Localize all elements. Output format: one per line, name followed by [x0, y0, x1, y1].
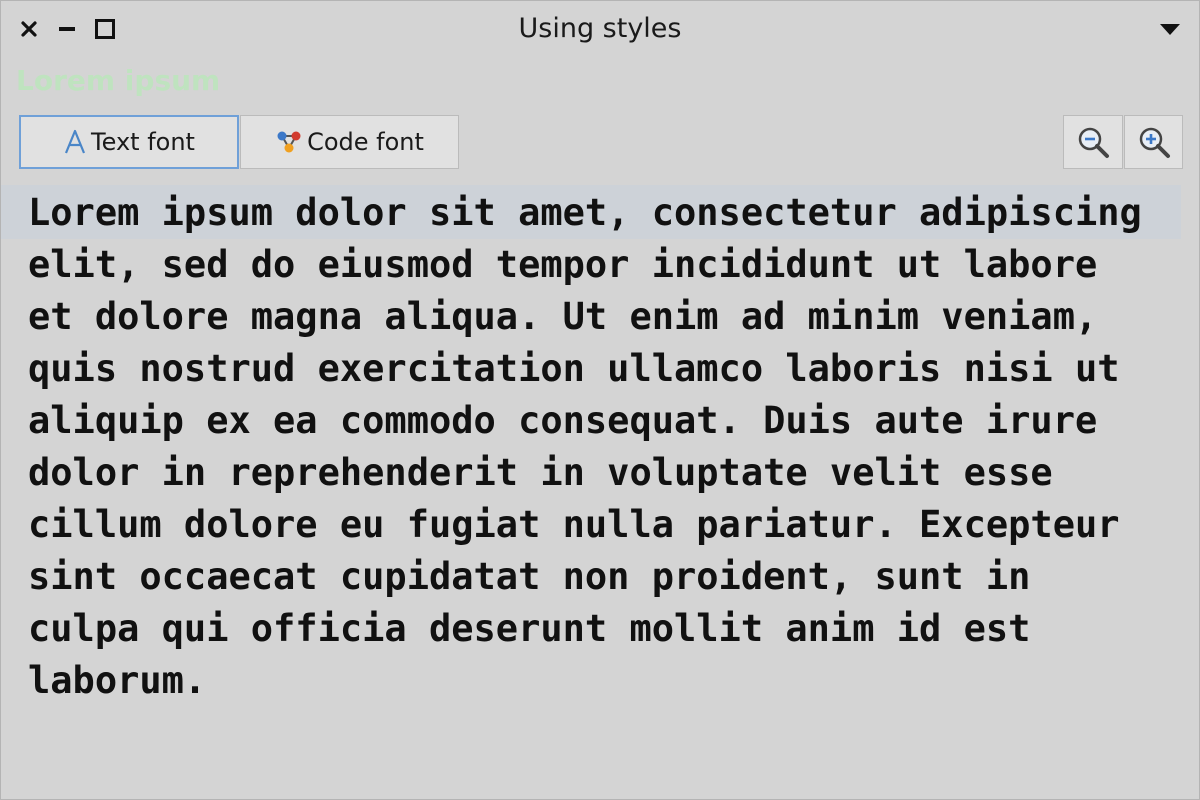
close-icon [21, 21, 37, 37]
code-font-button[interactable]: Code font [240, 115, 459, 169]
lorem-text-area[interactable]: Lorem ipsum dolor sit amet, consectetur … [1, 185, 1181, 745]
triangle-down-icon [1160, 24, 1180, 35]
text-line: sint occaecat cupidatat non proident, su… [28, 555, 1031, 598]
text-line: Lorem ipsum dolor sit amet, consectetur … [28, 191, 1142, 234]
minimize-icon [59, 27, 75, 31]
letter-a-icon [63, 129, 87, 155]
text-line: laborum. [28, 659, 207, 702]
zoom-out-icon [1078, 127, 1109, 158]
text-line: et dolore magna aliqua. Ut enim ad minim… [28, 295, 1098, 338]
zoom-in-icon [1139, 127, 1170, 158]
window-menu-button[interactable] [1156, 15, 1184, 43]
code-graph-icon [275, 128, 303, 156]
code-font-label: Code font [307, 128, 424, 156]
text-font-button[interactable]: Text font [19, 115, 239, 169]
text-font-label: Text font [91, 128, 195, 156]
text-line: elit, sed do eiusmod tempor incididunt u… [28, 243, 1098, 286]
text-line: quis nostrud exercitation ullamco labori… [28, 347, 1120, 390]
title-bar: Using styles [1, 1, 1199, 55]
maximize-window-button[interactable] [91, 15, 119, 43]
text-line: culpa qui officia deserunt mollit anim i… [28, 607, 1031, 650]
text-line: aliquip ex ea commodo consequat. Duis au… [28, 399, 1098, 442]
window-title: Using styles [518, 13, 682, 44]
text-line: cillum dolore eu fugiat nulla pariatur. … [28, 503, 1120, 546]
window: Using styles Lorem ipsum Text font Code … [0, 0, 1200, 800]
minimize-window-button[interactable] [53, 15, 81, 43]
close-window-button[interactable] [15, 15, 43, 43]
maximize-icon [95, 19, 115, 39]
text-line: dolor in reprehenderit in voluptate veli… [28, 451, 1053, 494]
zoom-in-button[interactable] [1124, 115, 1183, 169]
subtitle-label: Lorem ipsum [16, 64, 221, 97]
zoom-out-button[interactable] [1063, 115, 1123, 169]
